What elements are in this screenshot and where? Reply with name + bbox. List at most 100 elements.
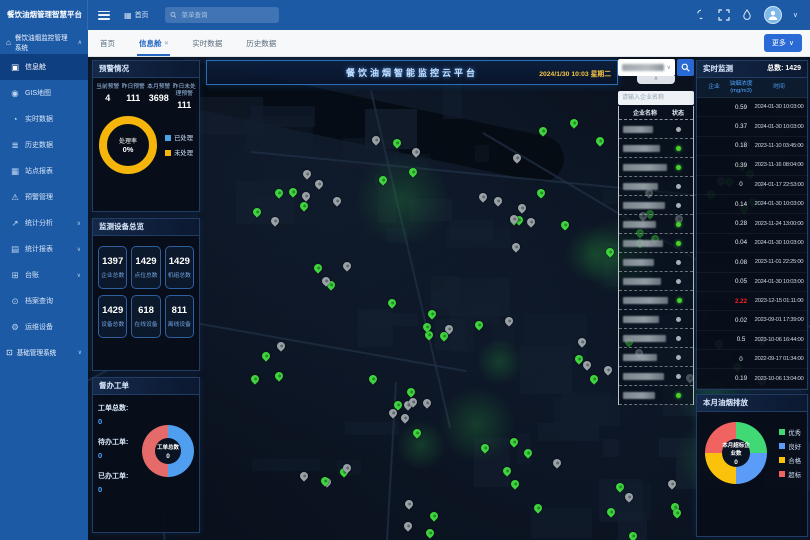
sidebar-item-archive-query[interactable]: ⊙档案查询 [0, 288, 88, 314]
list-item[interactable] [619, 177, 693, 196]
user-avatar[interactable] [764, 6, 782, 24]
map-pin[interactable] [428, 510, 439, 521]
table-row[interactable]: 0.282023-11-24 13:00:00 [697, 214, 807, 233]
list-item[interactable] [619, 158, 693, 177]
table-row[interactable]: 0.52023-10-06 16:44:00 [697, 331, 807, 350]
bell-icon[interactable] [695, 9, 707, 21]
sidebar-item-warning-mgmt[interactable]: ⚠预警管理 [0, 184, 88, 210]
map-pin[interactable] [341, 261, 352, 272]
map-pin[interactable] [525, 217, 536, 228]
sidebar-item-ledger[interactable]: ⊞台账∨ [0, 262, 88, 288]
map-pin[interactable] [511, 241, 522, 252]
map-pin[interactable] [493, 195, 504, 206]
company-name-input[interactable] [618, 91, 694, 105]
sidebar-item-info-cabin[interactable]: ▣信息舱 [0, 54, 88, 80]
list-item[interactable] [619, 139, 693, 158]
tab-历史数据[interactable]: 历史数据 [244, 30, 278, 56]
sidebar-item-history-data[interactable]: ≣历史数据 [0, 132, 88, 158]
menu-search-input[interactable] [179, 11, 273, 20]
sidebar-section-base[interactable]: ⊡ 基础管理系统 ∨ [0, 340, 88, 364]
table-row[interactable]: 0.052024-01-30 10:03:00 [697, 273, 807, 292]
map-pin[interactable] [249, 373, 260, 384]
map-pin[interactable] [301, 191, 312, 202]
map-pin[interactable] [302, 168, 313, 179]
list-item[interactable] [619, 310, 693, 329]
map-pin[interactable] [298, 200, 309, 211]
table-row[interactable]: 0.182023-11-10 03:45:00 [697, 137, 807, 156]
table-row[interactable]: 0.392023-11-16 08:04:00 [697, 156, 807, 175]
map-pin[interactable] [298, 470, 309, 481]
map-pin[interactable] [367, 373, 378, 384]
list-item[interactable] [619, 234, 693, 253]
sidebar-item-realtime-data[interactable]: ◔实时数据 [0, 106, 88, 132]
order-stat-label: 待办工单: [98, 437, 128, 447]
table-row[interactable]: 0.142024-01-30 10:03:00 [697, 195, 807, 214]
company-search-button[interactable] [677, 59, 694, 76]
map-pin[interactable] [516, 202, 527, 213]
table-row[interactable]: 0.592024-01-30 10:03:00 [697, 98, 807, 117]
collapse-toggle[interactable]: ∧ [637, 76, 675, 84]
map-pin[interactable] [595, 136, 606, 147]
map-pin[interactable] [552, 457, 563, 468]
list-item[interactable] [619, 272, 693, 291]
sidebar-item-label: 预警管理 [25, 192, 53, 202]
chevron-down-icon[interactable]: ∨ [793, 11, 798, 19]
tab-首页[interactable]: 首页 [98, 30, 117, 56]
sidebar-item-gis-map[interactable]: ◉GIS地图 [0, 80, 88, 106]
device-stat-value: 811 [167, 305, 192, 316]
sidebar-section-system[interactable]: ⌂ 餐饮油烟监控管理系统 ∧ [0, 30, 88, 54]
map-pin[interactable] [477, 192, 488, 203]
table-row[interactable]: 0.082023-11-01 22:25:00 [697, 253, 807, 272]
fullscreen-icon[interactable] [718, 9, 730, 21]
device-stat-label: 设备总数 [100, 319, 125, 328]
sidebar-item-station-report[interactable]: ▦站点报表 [0, 158, 88, 184]
list-item[interactable] [619, 120, 693, 139]
map-pin[interactable] [589, 374, 600, 385]
tab-实时数据[interactable]: 实时数据 [190, 30, 224, 56]
breadcrumb[interactable]: ▦ 首页 [124, 10, 149, 20]
map-pin[interactable] [260, 351, 271, 362]
redacted-company-name [623, 335, 666, 342]
map-pin[interactable] [403, 498, 414, 509]
hamburger-menu-icon[interactable] [98, 11, 110, 20]
list-item[interactable] [619, 367, 693, 386]
map-pin[interactable] [536, 187, 547, 198]
tab-信息舱[interactable]: 信息舱× [137, 30, 170, 56]
table-row[interactable]: 0.022023-09-01 17:39:00 [697, 311, 807, 330]
map-pin[interactable] [314, 178, 325, 189]
map-pin[interactable] [387, 297, 398, 308]
map-pin[interactable] [405, 386, 416, 397]
map-pin[interactable] [509, 478, 520, 489]
list-item[interactable] [619, 386, 693, 405]
company-select[interactable]: ∨ [618, 59, 675, 76]
cell-concentration: 0.08 [728, 259, 754, 266]
table-row[interactable]: 0.042024-01-30 10:03:00 [697, 234, 807, 253]
table-row[interactable]: 0.372024-01-30 10:03:00 [697, 117, 807, 136]
sidebar-item-ops-device[interactable]: ⚙运维设备 [0, 314, 88, 340]
table-row[interactable]: 2.222023-12-15 01:11:00 [697, 292, 807, 311]
list-item[interactable] [619, 196, 693, 215]
map-pin[interactable] [569, 117, 580, 128]
list-item[interactable] [619, 348, 693, 367]
list-item[interactable] [619, 291, 693, 310]
list-item[interactable] [619, 215, 693, 234]
sidebar-item-stat-analysis[interactable]: ↗统计分析∨ [0, 210, 88, 236]
map-pin[interactable] [421, 398, 432, 409]
map-pin[interactable] [331, 195, 342, 206]
list-item[interactable] [619, 253, 693, 272]
map-pin[interactable] [312, 263, 323, 274]
map-pin[interactable] [559, 219, 570, 230]
list-item[interactable] [619, 329, 693, 348]
more-button[interactable]: 更多 ∨ [764, 34, 802, 52]
panel-emission-title: 本月油烟排放 [703, 395, 748, 411]
map-pin[interactable] [424, 528, 435, 539]
table-row[interactable]: 0.192023-10-06 13:04:00 [697, 369, 807, 388]
map-pin[interactable] [274, 371, 285, 382]
table-row[interactable]: 02024-01-17 22:53:00 [697, 176, 807, 195]
map-pin[interactable] [276, 341, 287, 352]
flame-icon[interactable] [741, 9, 753, 21]
map-pin[interactable] [602, 364, 613, 375]
table-row[interactable]: 02022-09-17 01:34:00 [697, 350, 807, 369]
map-pin[interactable] [403, 520, 414, 531]
sidebar-item-stat-report[interactable]: ▤统计报表∨ [0, 236, 88, 262]
